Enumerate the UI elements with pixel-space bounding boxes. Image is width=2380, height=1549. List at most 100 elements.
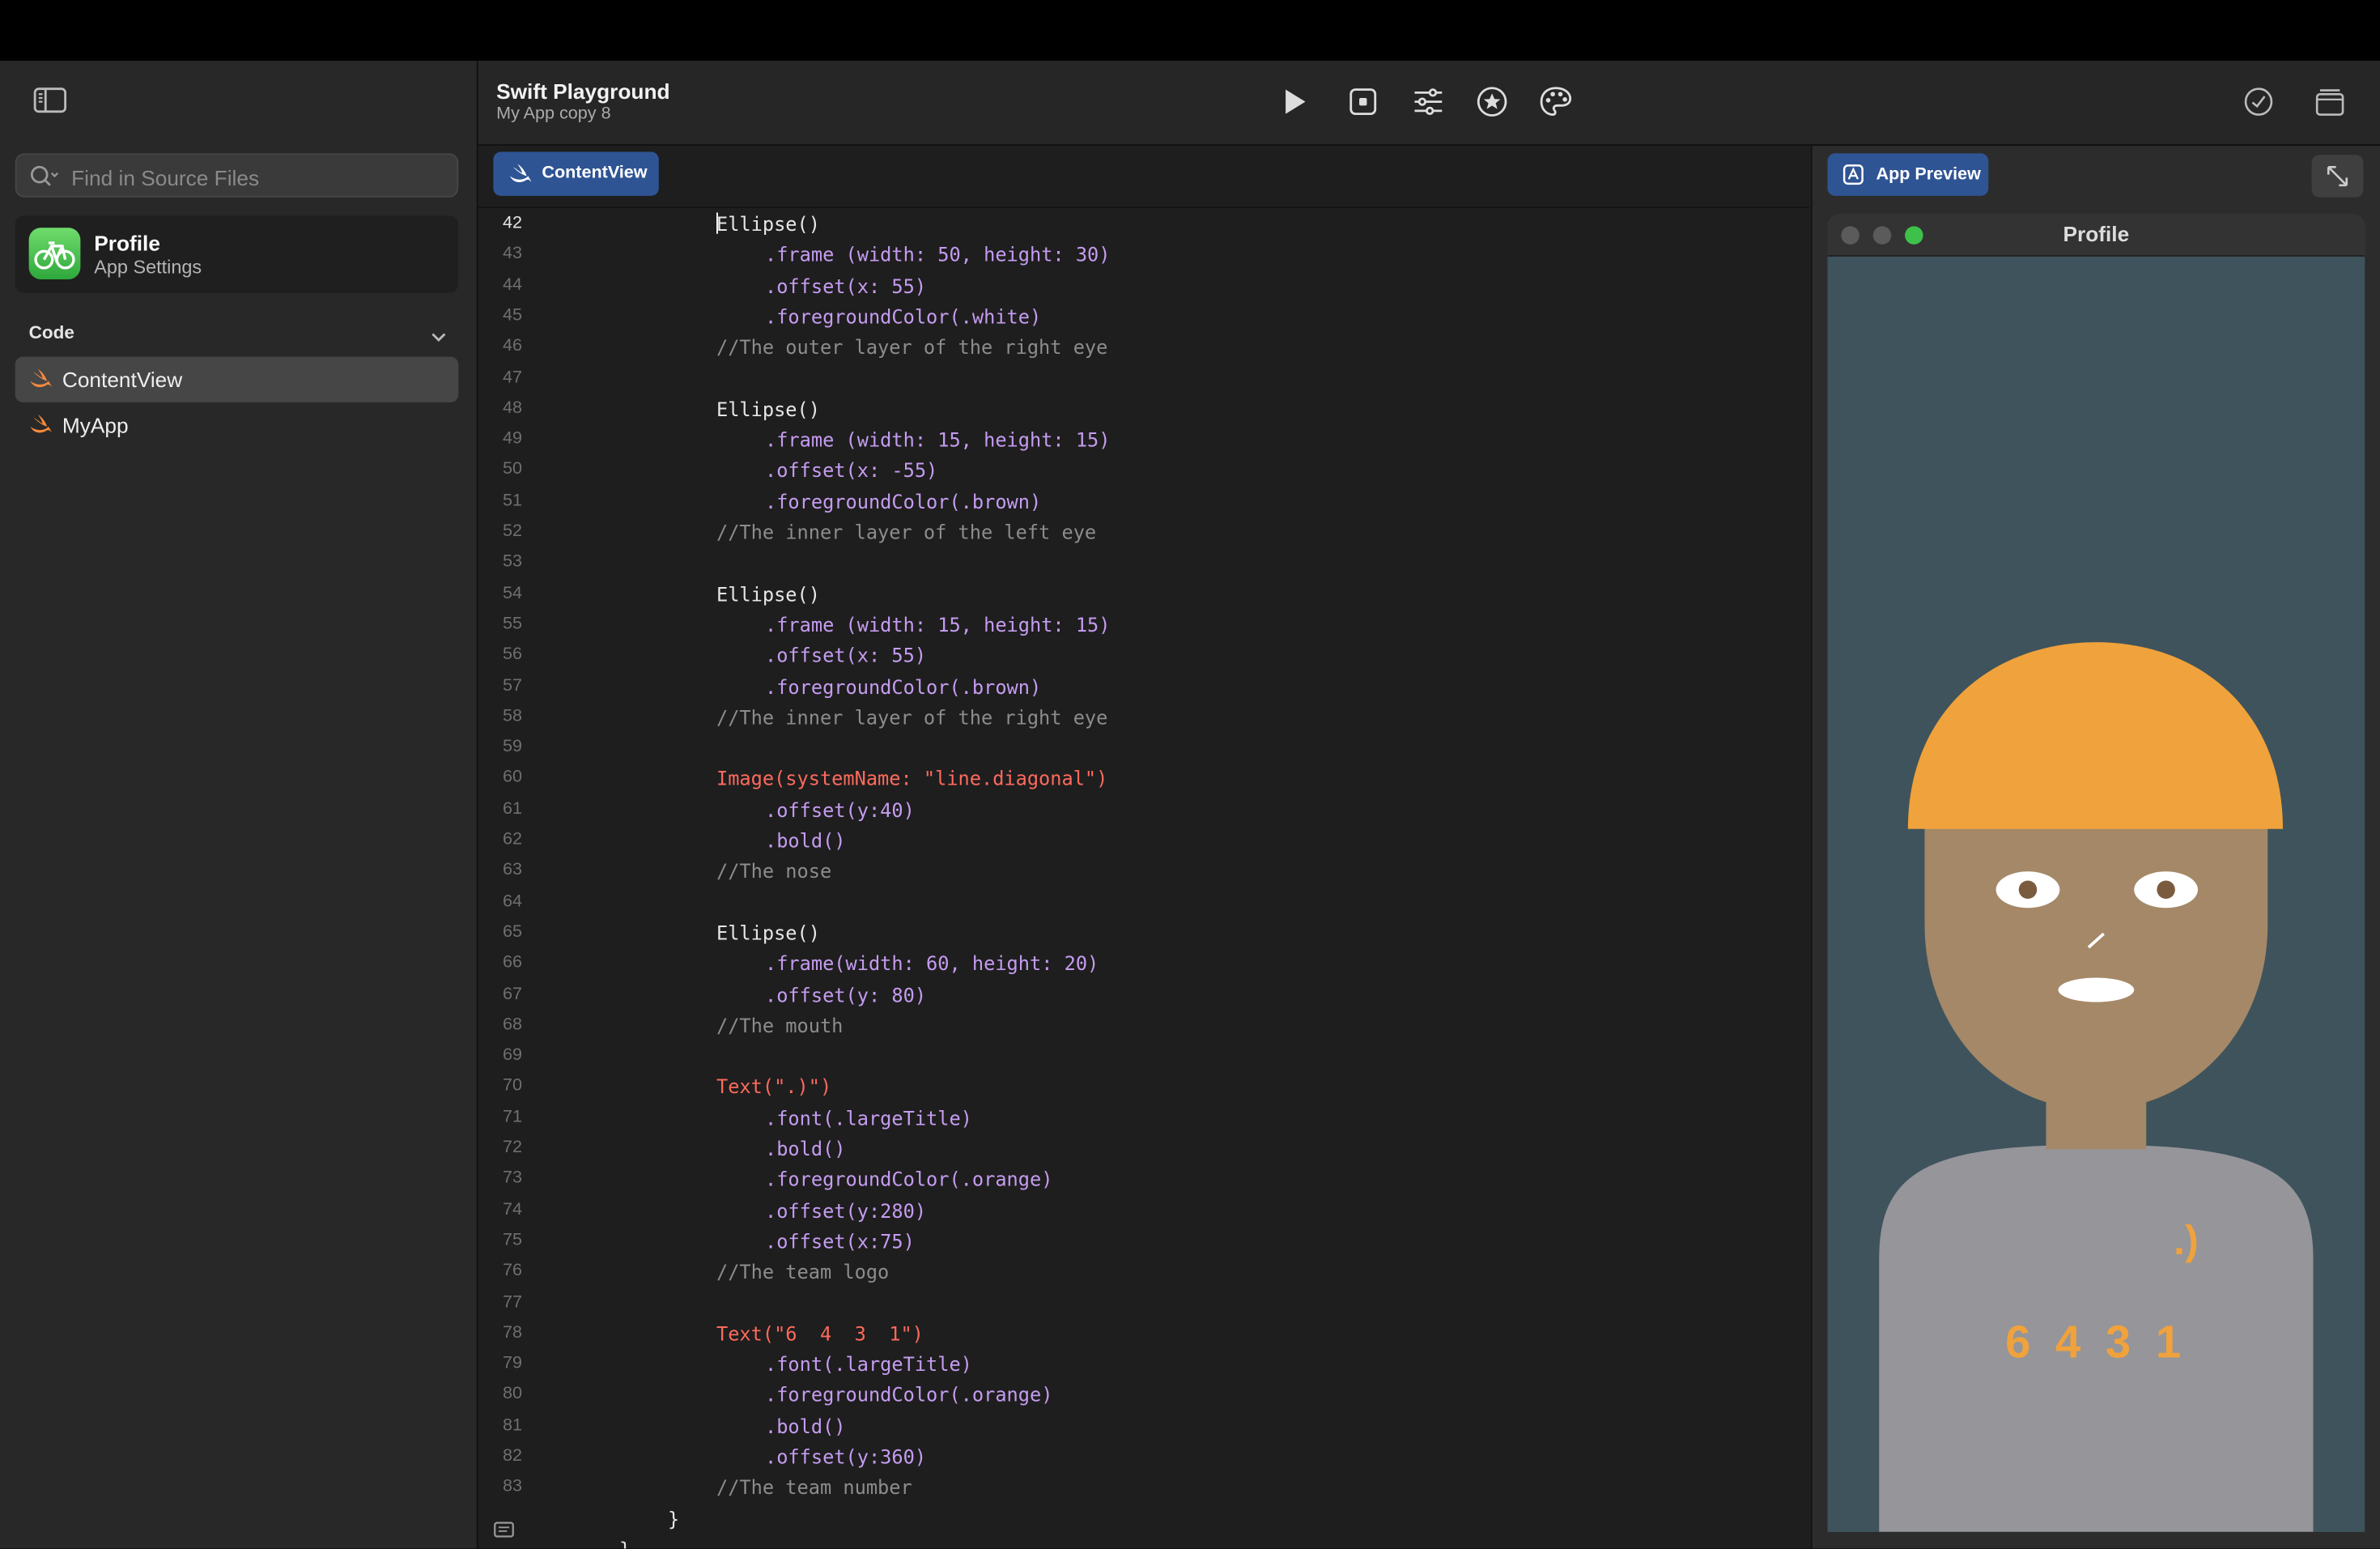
code-line: 50 .offset(x: -55): [478, 456, 1809, 487]
windows-icon[interactable]: [2314, 85, 2347, 118]
profile-name: Profile: [94, 231, 160, 255]
code-text: .frame(width: 60, height: 20): [765, 951, 1099, 976]
search-icon: [29, 164, 60, 196]
code-comment: //The inner layer of the right eye: [716, 705, 1108, 729]
line-number: 69: [503, 1046, 522, 1065]
code-editor[interactable]: ContentView 42 Ellipse() 43 .frame (width:…: [478, 146, 1809, 1549]
sidebar-toggle-icon[interactable]: [31, 87, 70, 114]
code-text: Ellipse(): [716, 397, 820, 420]
simulator-title: Profile: [2063, 221, 2130, 246]
code-line: 55 .frame (width: 15, height: 15): [478, 611, 1809, 641]
code-comment: //The nose: [716, 859, 832, 883]
code-text: .bold(): [765, 828, 846, 852]
code-text: .bold(): [765, 1414, 846, 1438]
play-icon[interactable]: [1278, 85, 1311, 118]
code-text: .offset(x:75): [765, 1229, 915, 1253]
code-text: Text(".)"): [716, 1075, 832, 1099]
code-line: 67 .offset(y: 80): [478, 980, 1809, 1011]
code-line: 44 .offset(x: 55): [478, 271, 1809, 302]
line-number: 49: [503, 429, 522, 449]
app-preview-button[interactable]: App Preview: [1827, 153, 1989, 196]
simulator-titlebar: Profile: [1827, 214, 2365, 257]
star-icon[interactable]: [1476, 85, 1509, 118]
line-number: 70: [503, 1077, 522, 1096]
profile-app-settings[interactable]: Profile App Settings: [15, 215, 459, 293]
tab-contentview[interactable]: ContentView: [493, 151, 659, 196]
chevron-down-icon[interactable]: [430, 325, 448, 352]
line-number: 72: [503, 1138, 522, 1157]
line-number: 54: [503, 584, 522, 602]
code-line: 69: [478, 1041, 1809, 1072]
code-line: 77: [478, 1288, 1809, 1319]
code-text: .font(.largeTitle): [765, 1106, 972, 1130]
code-text: .foregroundColor(.brown): [765, 674, 1042, 698]
line-number: 52: [503, 522, 522, 541]
code-comment: //The inner layer of the left eye: [716, 521, 1097, 544]
file-label: ContentView: [62, 367, 183, 392]
line-number: 43: [503, 245, 522, 263]
line-number: 48: [503, 398, 522, 418]
mouth: [2058, 977, 2135, 1002]
expand-icon[interactable]: [2311, 155, 2364, 198]
file-label: MyApp: [62, 413, 129, 437]
code-text: }: [619, 1538, 631, 1548]
code-line: 65 Ellipse(): [478, 918, 1809, 949]
team-number: 6 4 3 1: [2005, 1316, 2187, 1367]
team-logo: .): [2174, 1217, 2199, 1263]
code-line: 51 .foregroundColor(.brown): [478, 487, 1809, 517]
code-line: 63 //The nose: [478, 857, 1809, 887]
code-line: 68 //The mouth: [478, 1011, 1809, 1041]
code-text: .frame (width: 50, height: 30): [765, 243, 1111, 266]
code-text: .foregroundColor(.white): [765, 304, 1042, 328]
code-line: }: [478, 1504, 1809, 1534]
line-number: 74: [503, 1200, 522, 1219]
code-line: 79 .font(.largeTitle): [478, 1350, 1809, 1381]
swift-icon: [508, 164, 533, 194]
code-text: Ellipse(): [716, 582, 820, 606]
code-line: 59: [478, 734, 1809, 764]
line-number: 65: [503, 922, 522, 942]
code-line: 54 Ellipse(): [478, 579, 1809, 610]
code-line: 45 .foregroundColor(.white): [478, 302, 1809, 333]
code-line: 53: [478, 548, 1809, 579]
file-item-contentview[interactable]: ContentView: [15, 356, 459, 402]
sliders-icon[interactable]: [1412, 85, 1445, 118]
code-text: .bold(): [765, 1137, 846, 1160]
app-window: Profile App Settings Code ContentView My…: [0, 0, 2380, 1549]
line-number: 77: [503, 1292, 522, 1312]
line-number: 66: [503, 953, 522, 972]
line-number: 79: [503, 1354, 522, 1373]
line-number: 81: [503, 1415, 522, 1435]
code-text: .frame (width: 15, height: 15): [765, 428, 1111, 452]
comment-icon[interactable]: [493, 1520, 514, 1547]
checkmark-circle-icon[interactable]: [2242, 85, 2275, 118]
app-subtitle: My App copy 8: [496, 104, 611, 123]
line-number: 67: [503, 984, 522, 1003]
file-item-myapp[interactable]: MyApp: [15, 402, 459, 448]
code-text: .offset(y: 80): [765, 983, 927, 1006]
stop-icon[interactable]: [1346, 85, 1379, 118]
code-line: 75 .offset(x:75): [478, 1227, 1809, 1257]
swift-icon: [29, 414, 53, 444]
line-number: 53: [503, 553, 522, 572]
line-number: 44: [503, 275, 522, 294]
code-line: 64: [478, 887, 1809, 918]
code-text: .offset(y:40): [765, 798, 915, 821]
simulator-window: Profile .) 6 4 3 1: [1827, 214, 2365, 1532]
search-input[interactable]: [68, 155, 454, 199]
app-preview-label: App Preview: [1876, 165, 1981, 184]
code-line: 47: [478, 364, 1809, 394]
menu-bar: [0, 0, 2380, 61]
swift-icon: [29, 368, 53, 398]
code-text: .offset(x: 55): [765, 644, 927, 667]
code-line: 76 //The team logo: [478, 1257, 1809, 1288]
palette-icon[interactable]: [1539, 85, 1572, 118]
line-number: 62: [503, 830, 522, 849]
line-number: 73: [503, 1169, 522, 1188]
line-number: 59: [503, 738, 522, 756]
code-line: 73 .foregroundColor(.orange): [478, 1165, 1809, 1196]
line-number: 58: [503, 707, 522, 726]
line-number: 83: [503, 1477, 522, 1496]
search-field[interactable]: [15, 153, 459, 199]
line-number: 57: [503, 676, 522, 695]
